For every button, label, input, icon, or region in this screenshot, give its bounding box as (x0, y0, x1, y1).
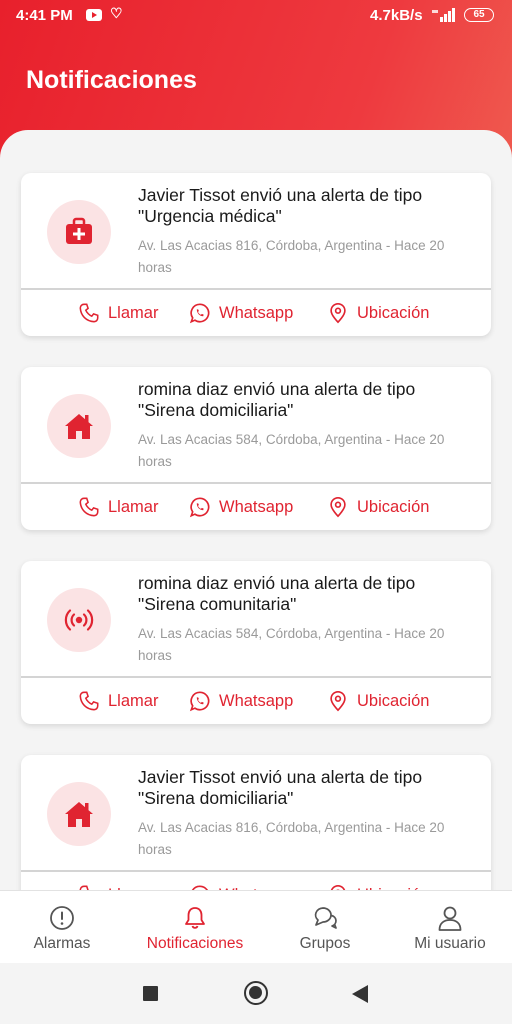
notification-subtitle: Av. Las Acacias 584, Córdoba, Argentina … (138, 626, 445, 663)
bottom-navigation: Alarmas Notificaciones Grupos Mi usuario (0, 890, 512, 963)
divider (21, 482, 491, 484)
broadcast-icon (47, 588, 111, 652)
divider (21, 870, 491, 872)
call-button[interactable]: Llamar (78, 883, 158, 890)
nav-label: Mi usuario (414, 935, 486, 952)
whatsapp-icon (189, 497, 210, 518)
notification-card[interactable]: Javier Tissot envió una alerta de tipo "… (21, 755, 491, 890)
location-label: Ubicación (357, 691, 430, 710)
whatsapp-button[interactable]: Whatsapp (189, 495, 293, 519)
whatsapp-label: Whatsapp (219, 691, 294, 710)
notifications-list[interactable]: Javier Tissot envió una alerta de tipo "… (0, 130, 512, 890)
location-button[interactable]: Ubicación (327, 495, 429, 519)
nav-label: Grupos (299, 935, 351, 952)
notification-subtitle: Av. Las Acacias 584, Córdoba, Argentina … (138, 432, 445, 469)
house-icon (47, 394, 111, 458)
system-navigation-bar (0, 963, 512, 1024)
page-title: Notificaciones (26, 66, 197, 94)
notification-card[interactable]: romina diaz envió una alerta de tipo "Si… (21, 561, 491, 724)
location-button[interactable]: Ubicación (327, 689, 429, 713)
location-pin-icon (330, 691, 346, 712)
whatsapp-button[interactable]: Whatsapp (189, 301, 293, 325)
notification-card[interactable]: romina diaz envió una alerta de tipo "Si… (21, 367, 491, 530)
house-icon (47, 782, 111, 846)
call-button[interactable]: Llamar (78, 689, 158, 713)
phone-icon (79, 497, 99, 517)
nav-alarmas[interactable]: Alarmas (20, 891, 104, 964)
divider (21, 676, 491, 678)
call-label: Llamar (108, 303, 159, 322)
call-label: Llamar (108, 497, 159, 516)
nav-label: Alarmas (33, 935, 91, 952)
notification-subtitle: Av. Las Acacias 816, Córdoba, Argentina … (138, 238, 445, 275)
bell-icon (185, 907, 205, 929)
location-button[interactable]: Ubicación (327, 301, 429, 325)
status-bar: 4:41 PM ♡ 4.7kB/s 65 (0, 0, 512, 32)
location-label: Ubicación (357, 303, 430, 322)
location-label: Ubicación (357, 497, 430, 516)
nav-notificaciones[interactable]: Notificaciones (138, 891, 252, 964)
back-icon[interactable] (352, 985, 368, 1003)
phone-icon (79, 691, 99, 711)
user-icon (438, 906, 462, 931)
whatsapp-button[interactable]: Whatsapp (189, 689, 293, 713)
nav-grupos[interactable]: Grupos (290, 891, 360, 964)
whatsapp-button[interactable]: Whatsapp (189, 883, 293, 890)
phone-icon (79, 303, 99, 323)
location-pin-icon (330, 303, 346, 324)
chat-bubbles-icon (314, 907, 337, 929)
notification-title: romina diaz envió una alerta de tipo "Si… (138, 379, 416, 420)
nav-label: Notificaciones (146, 935, 244, 952)
signal-icon (432, 8, 455, 22)
status-speed: 4.7kB/s (370, 7, 423, 24)
nav-mi-usuario[interactable]: Mi usuario (405, 891, 495, 964)
recents-icon[interactable] (143, 986, 158, 1001)
medical-kit-icon (47, 200, 111, 264)
notification-title: Javier Tissot envió una alerta de tipo "… (138, 185, 423, 226)
call-button[interactable]: Llamar (78, 495, 158, 519)
notification-subtitle: Av. Las Acacias 816, Córdoba, Argentina … (138, 820, 445, 857)
divider (21, 288, 491, 290)
battery-indicator: 65 (464, 8, 494, 22)
whatsapp-icon (189, 303, 210, 324)
notification-title: Javier Tissot envió una alerta de tipo "… (138, 767, 423, 808)
status-time: 4:41 PM (16, 7, 73, 24)
call-button[interactable]: Llamar (78, 301, 158, 325)
location-button[interactable]: Ubicación (327, 883, 429, 890)
call-label: Llamar (108, 691, 159, 710)
youtube-icon (86, 9, 102, 21)
whatsapp-label: Whatsapp (219, 497, 294, 516)
alert-circle-icon (50, 906, 74, 930)
whatsapp-label: Whatsapp (219, 303, 294, 322)
notification-card[interactable]: Javier Tissot envió una alerta de tipo "… (21, 173, 491, 336)
notification-title: romina diaz envió una alerta de tipo "Si… (138, 573, 416, 614)
heart-icon: ♡ (110, 5, 123, 21)
home-icon[interactable] (244, 981, 268, 1005)
location-pin-icon (330, 497, 346, 518)
whatsapp-icon (189, 691, 210, 712)
